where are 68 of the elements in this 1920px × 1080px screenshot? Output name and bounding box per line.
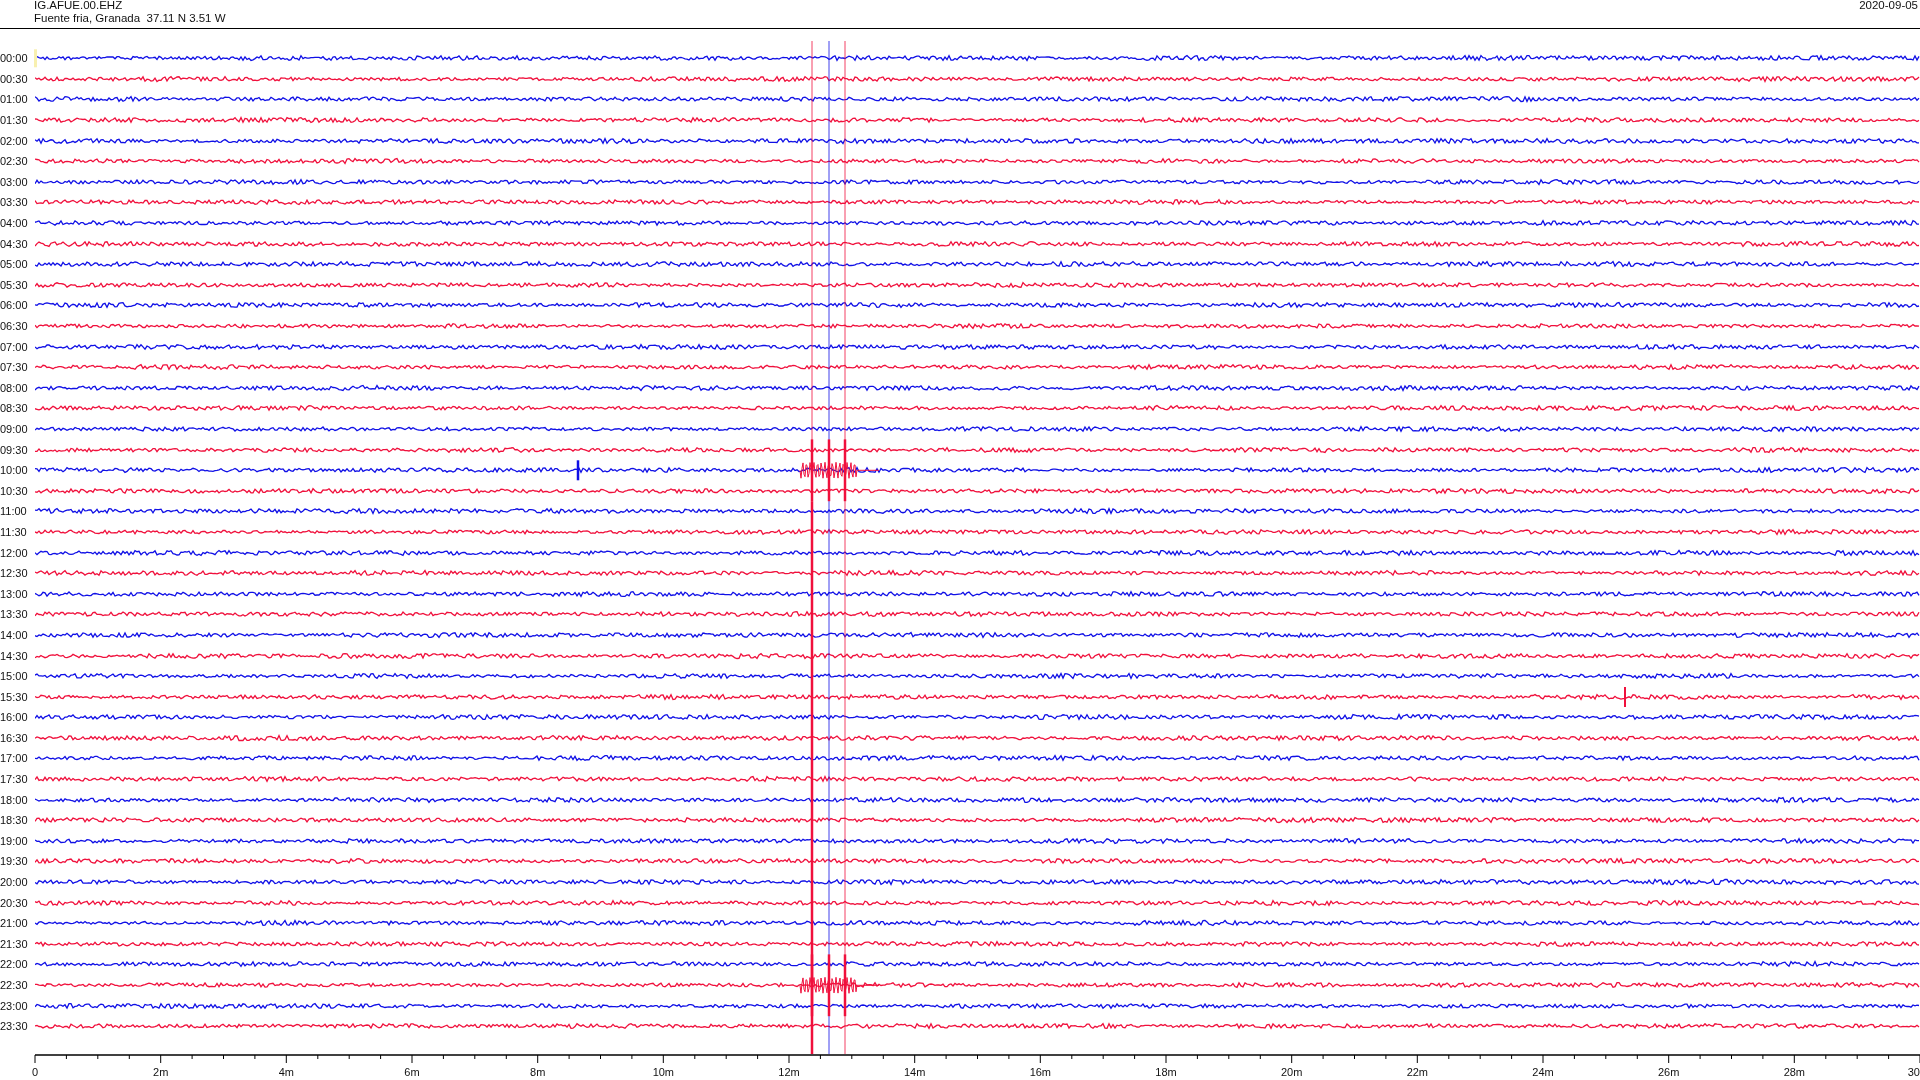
axis-tick-label: 4m <box>278 1066 294 1078</box>
time-label: 05:30 <box>0 278 29 291</box>
time-label: 03:30 <box>0 196 29 209</box>
axis-tick-label: 2m <box>153 1066 169 1078</box>
time-label: 19:00 <box>0 834 29 847</box>
time-label: 01:30 <box>0 114 29 127</box>
time-label: 12:30 <box>0 567 29 580</box>
time-label: 17:00 <box>0 752 29 765</box>
time-label: 14:30 <box>0 649 29 662</box>
time-label: 10:00 <box>0 464 29 477</box>
time-label: 18:30 <box>0 814 29 827</box>
time-label: 11:30 <box>0 525 28 538</box>
time-label: 09:30 <box>0 443 29 456</box>
time-label: 09:00 <box>0 423 29 435</box>
time-label: 13:30 <box>0 608 29 621</box>
time-label: 21:00 <box>0 917 29 930</box>
plot-date: 2020-09-05 <box>1859 0 1918 11</box>
time-label: 13:00 <box>0 587 29 600</box>
time-label: 15:30 <box>0 690 29 703</box>
axis-tick-label: 20m <box>1280 1066 1303 1078</box>
time-label: 14:00 <box>0 628 29 641</box>
time-label: 01:00 <box>0 93 29 106</box>
time-label: 02:30 <box>0 155 29 168</box>
time-label: 02:00 <box>0 134 29 147</box>
axis-tick-label: 22m <box>1406 1066 1429 1078</box>
axis-tick-label: 6m <box>404 1066 420 1078</box>
axis-tick-label: 10m <box>652 1066 675 1078</box>
time-label: 18:00 <box>0 793 29 806</box>
time-label: 23:30 <box>0 1020 29 1033</box>
time-label: 16:30 <box>0 731 29 744</box>
time-label: 08:30 <box>0 402 29 415</box>
time-label: 07:30 <box>0 361 29 374</box>
time-label: 22:00 <box>0 958 29 971</box>
time-label: 04:00 <box>0 217 29 230</box>
time-label: 03:00 <box>0 175 29 188</box>
station-location: Fuente fria, Granada 37.11 N 3.51 W <box>34 12 226 25</box>
time-label: 06:30 <box>0 320 29 332</box>
time-label: 23:00 <box>0 999 29 1012</box>
axis-tick-label: 26m <box>1657 1066 1680 1078</box>
axis-tick-label: 28m <box>1783 1066 1806 1078</box>
time-label: 00:00 <box>0 52 29 65</box>
time-label: 04:30 <box>0 237 29 250</box>
station-code: IG.AFUE.00.EHZ <box>34 0 124 12</box>
time-label: 19:30 <box>0 855 29 868</box>
time-label: 07:00 <box>0 340 29 353</box>
time-label: 22:30 <box>0 979 29 991</box>
time-label: 10:30 <box>0 484 29 497</box>
axis-tick-label: 12m <box>778 1066 800 1078</box>
time-label: 08:00 <box>0 381 29 394</box>
time-label: 17:30 <box>0 773 29 786</box>
trace-start-marker <box>34 49 37 68</box>
time-label: 11:00 <box>0 505 28 518</box>
axis-tick-label: 0 <box>32 1066 39 1078</box>
time-label: 06:00 <box>0 299 29 312</box>
axis-tick-label: 24m <box>1532 1066 1554 1078</box>
axis-tick-label: 18m <box>1155 1066 1177 1078</box>
axis-tick-label: 16m <box>1029 1066 1052 1078</box>
time-label: 16:00 <box>0 711 29 724</box>
time-label: 15:00 <box>0 670 29 683</box>
time-label: 00:30 <box>0 72 29 85</box>
time-label: 20:30 <box>0 896 29 909</box>
axis-tick-label: 30 <box>1907 1066 1920 1078</box>
time-label: 20:00 <box>0 876 29 889</box>
time-label: 12:00 <box>0 546 29 559</box>
axis-tick-label: 14m <box>903 1066 926 1078</box>
axis-tick-label: 8m <box>530 1066 546 1078</box>
time-label: 21:30 <box>0 937 29 950</box>
time-label: 05:00 <box>0 258 29 271</box>
